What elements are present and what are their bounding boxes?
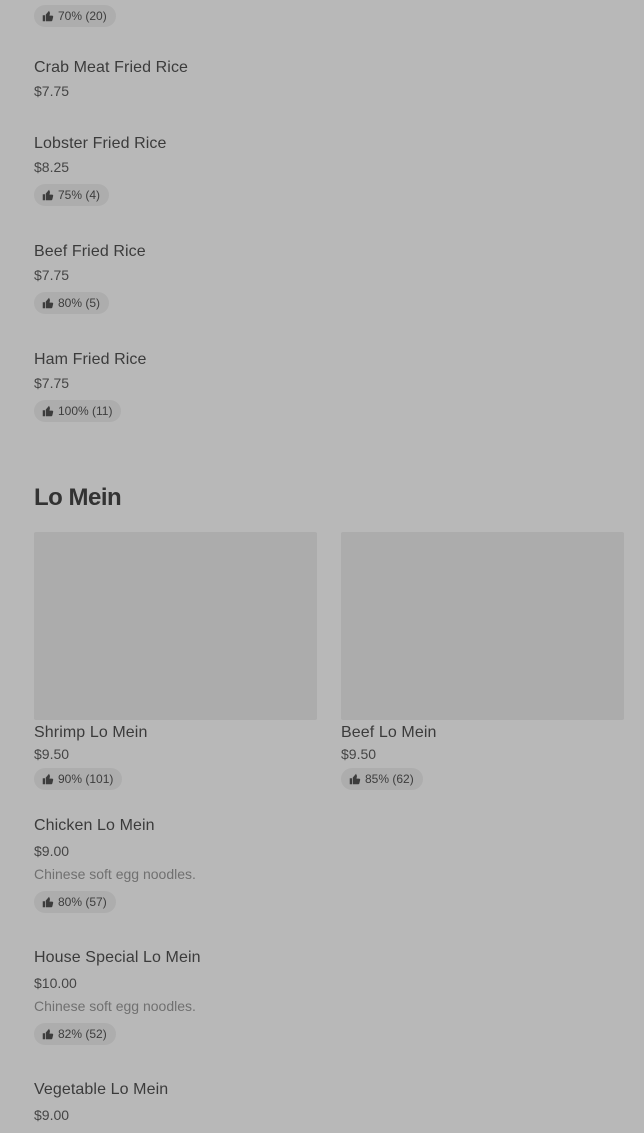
- item-description: Chinese soft egg noodles.: [34, 998, 196, 1014]
- item-image: [34, 532, 317, 720]
- item-price: $9.50: [341, 746, 377, 762]
- item-price: $7.75: [34, 267, 70, 283]
- item-name: Ham Fried Rice: [34, 351, 147, 368]
- menu-item[interactable]: Vegetable Lo Mein $9.00: [34, 1081, 624, 1133]
- rating-badge: 100% (11): [34, 400, 122, 422]
- item-price: $9.00: [34, 843, 70, 859]
- menu-item[interactable]: Beef Fried Rice $7.75 80% (5): [34, 243, 624, 323]
- rating-badge: 80% (57): [34, 891, 116, 913]
- rating-badge: 70% (20): [34, 5, 116, 27]
- thumbs-up-icon: [42, 189, 54, 201]
- thumbs-up-icon: [349, 773, 361, 785]
- item-description: Chinese soft egg noodles.: [34, 866, 196, 882]
- menu-item[interactable]: Lobster Fried Rice $8.25 75% (4): [34, 135, 624, 215]
- thumbs-up-icon: [42, 896, 54, 908]
- thumbs-up-icon: [42, 773, 54, 785]
- item-name: Shrimp Lo Mein: [34, 724, 148, 741]
- featured-item-card[interactable]: Shrimp Lo Mein $9.50 90% (101): [34, 532, 317, 796]
- rating-badge: 85% (62): [341, 768, 423, 790]
- item-price: $8.25: [34, 159, 70, 175]
- item-price: $7.75: [34, 375, 70, 391]
- rating-badge: 82% (52): [34, 1023, 116, 1045]
- thumbs-up-icon: [42, 297, 54, 309]
- item-name: Vegetable Lo Mein: [34, 1081, 169, 1098]
- menu-item[interactable]: Chicken Lo Mein $9.00 Chinese soft egg n…: [34, 817, 624, 921]
- menu-item[interactable]: House Special Lo Mein $10.00 Chinese sof…: [34, 949, 624, 1053]
- item-price: $9.00: [34, 1107, 70, 1123]
- rating-badge: 80% (5): [34, 292, 110, 314]
- item-image: [341, 532, 624, 720]
- thumbs-up-icon: [42, 1028, 54, 1040]
- rating-badge: 90% (101): [34, 768, 123, 790]
- item-name: Beef Lo Mein: [341, 724, 437, 741]
- menu-item[interactable]: Crab Meat Fried Rice $7.75: [34, 59, 624, 109]
- item-name: Crab Meat Fried Rice: [34, 59, 189, 76]
- featured-item-card[interactable]: Beef Lo Mein $9.50 85% (62): [341, 532, 624, 796]
- item-name: Lobster Fried Rice: [34, 135, 167, 152]
- item-name: Chicken Lo Mein: [34, 817, 155, 834]
- item-name: House Special Lo Mein: [34, 949, 201, 966]
- thumbs-up-icon: [42, 405, 54, 417]
- item-price: $9.50: [34, 746, 70, 762]
- menu-item[interactable]: Ham Fried Rice $7.75 100% (11): [34, 351, 624, 431]
- item-price: $7.75: [34, 83, 70, 99]
- rating-badge: 75% (4): [34, 184, 110, 206]
- item-price: $10.00: [34, 975, 77, 991]
- thumbs-up-icon: [42, 10, 54, 22]
- item-name: Beef Fried Rice: [34, 243, 146, 260]
- section-title: Lo Mein: [34, 484, 122, 511]
